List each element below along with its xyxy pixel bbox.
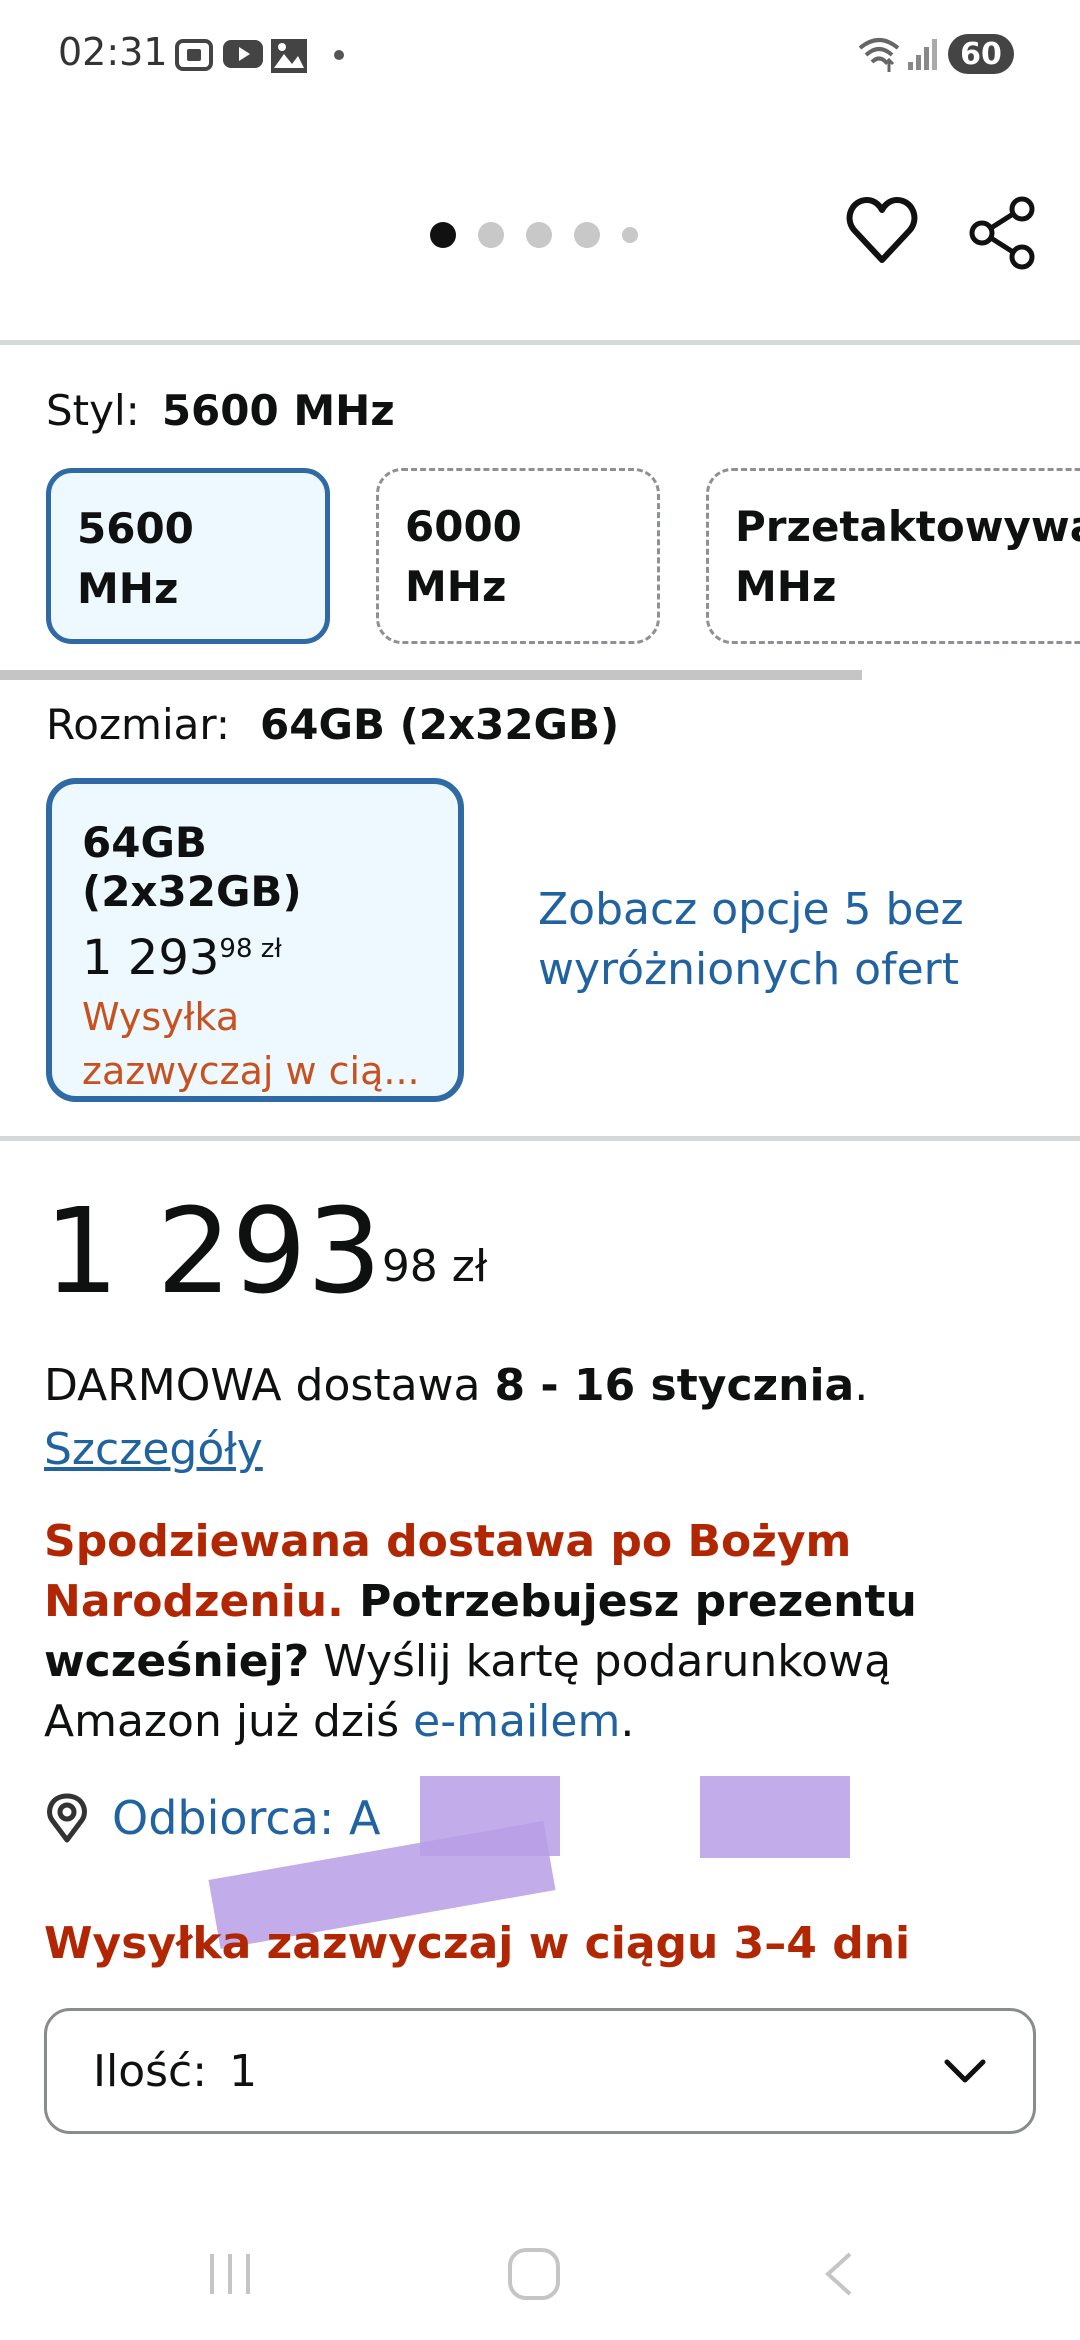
product-price: 1 29398 zł (44, 1186, 487, 1316)
section-divider (0, 1136, 1080, 1141)
section-divider (0, 340, 1080, 345)
quantity-value: 1 (229, 2045, 258, 2097)
style-value: 5600 MHz (161, 386, 395, 435)
style-option-overclock[interactable]: Przetaktowywa MHz (706, 468, 1080, 644)
share-icon[interactable] (968, 196, 1038, 270)
size-card-shipping-line1: Wysyłka (82, 995, 240, 1039)
style-label: Styl: (46, 386, 140, 435)
recipient-address-link[interactable]: Odbiorca: A (112, 1788, 381, 1848)
size-card-title: 64GB (2x32GB) (82, 818, 302, 916)
gift-bold-line2: wcześniej? (44, 1636, 310, 1687)
size-card-price: 1 29398 zł (82, 930, 428, 986)
delivery-prefix: DARMOWA dostawa (44, 1360, 495, 1411)
other-offers-line1: Zobacz opcje 5 bez (538, 884, 964, 935)
delivery-info: DARMOWA dostawa 8 - 16 stycznia. (44, 1356, 868, 1416)
recipient-address-row[interactable]: Odbiorca: A (44, 1788, 381, 1848)
shipping-time: Wysyłka zazwyczaj w ciągu 3–4 dni (44, 1918, 911, 1969)
home-icon[interactable] (506, 2246, 562, 2302)
gift-red-line1: Spodziewana dostawa po Bożym (44, 1516, 852, 1567)
quantity-label: Ilość: (93, 2045, 208, 2097)
gift-notice: Spodziewana dostawa po Bożym Narodzeniu.… (44, 1512, 1024, 1752)
size-value: 64GB (2x32GB) (260, 700, 620, 749)
email-gift-link[interactable]: e-mailem (413, 1696, 620, 1747)
style-option-5600[interactable]: 5600 MHz (46, 468, 330, 644)
location-pin-icon (47, 1793, 87, 1843)
battery-indicator: 60 (948, 34, 1014, 74)
size-label: Rozmiar: (46, 700, 231, 749)
image-carousel-indicator (430, 222, 638, 248)
notification-dot (334, 50, 344, 60)
style-option-6000[interactable]: 6000 MHz (376, 468, 660, 644)
youtube-icon (223, 40, 263, 68)
system-navigation-bar (0, 2220, 1080, 2340)
delivery-details-link[interactable]: Szczegóły (44, 1420, 263, 1480)
size-card-price-sup: 98 zł (219, 934, 282, 964)
gift-bold-line1: Potrzebujesz prezentu (343, 1576, 917, 1627)
delivery-suffix: . (854, 1360, 869, 1411)
carousel-dot[interactable] (622, 227, 638, 243)
size-card-shipping: Wysyłka zazwyczaj w cią... (82, 990, 428, 1098)
wifi-icon (858, 38, 900, 72)
carousel-dot[interactable] (574, 222, 600, 248)
quantity-dropdown[interactable]: Ilość: 1 (44, 2008, 1036, 2134)
size-option-card[interactable]: 64GB (2x32GB) 1 29398 zł Wysyłka zazwycz… (46, 778, 464, 1102)
wishlist-heart-icon[interactable] (846, 196, 918, 266)
gift-text-line2: Amazon już dziś (44, 1696, 414, 1747)
size-card-shipping-line2: zazwyczaj w cią... (82, 1049, 420, 1093)
price-sup: 98 zł (381, 1241, 488, 1292)
style-option-label-line1: Przetaktowywa (735, 502, 1080, 551)
screenshot-icon (175, 39, 213, 71)
horizontal-scroll-indicator (0, 670, 862, 680)
size-label-row: Rozmiar: 64GB (2x32GB) (46, 700, 619, 749)
delivery-dates: 8 - 16 stycznia (494, 1360, 855, 1411)
gift-end: . (620, 1696, 635, 1747)
style-option-label: 6000 MHz (405, 502, 522, 611)
carousel-dot[interactable] (526, 222, 552, 248)
redaction-mark (700, 1776, 850, 1858)
style-option-label: 5600 MHz (77, 504, 194, 613)
chevron-down-icon (944, 2059, 986, 2083)
carousel-dot[interactable] (478, 222, 504, 248)
gallery-icon (271, 39, 307, 73)
status-time: 02:31 (58, 30, 168, 74)
back-icon[interactable] (818, 2248, 858, 2300)
style-label-row: Styl: 5600 MHz (46, 386, 395, 435)
carousel-dot[interactable] (430, 222, 456, 248)
price-main: 1 293 (44, 1182, 382, 1320)
gift-red-line2: Narodzeniu. (44, 1576, 344, 1627)
style-option-label-line2: MHz (735, 562, 837, 611)
recent-apps-icon[interactable] (206, 2248, 256, 2300)
gift-text-line1: Wyślij kartę podarunkową (309, 1636, 892, 1687)
other-offers-line2: wyróżnionych ofert (538, 944, 960, 995)
signal-icon (908, 39, 937, 70)
see-other-offers-link[interactable]: Zobacz opcje 5 bez wyróżnionych ofert (538, 880, 998, 1000)
size-card-price-main: 1 293 (82, 930, 220, 986)
